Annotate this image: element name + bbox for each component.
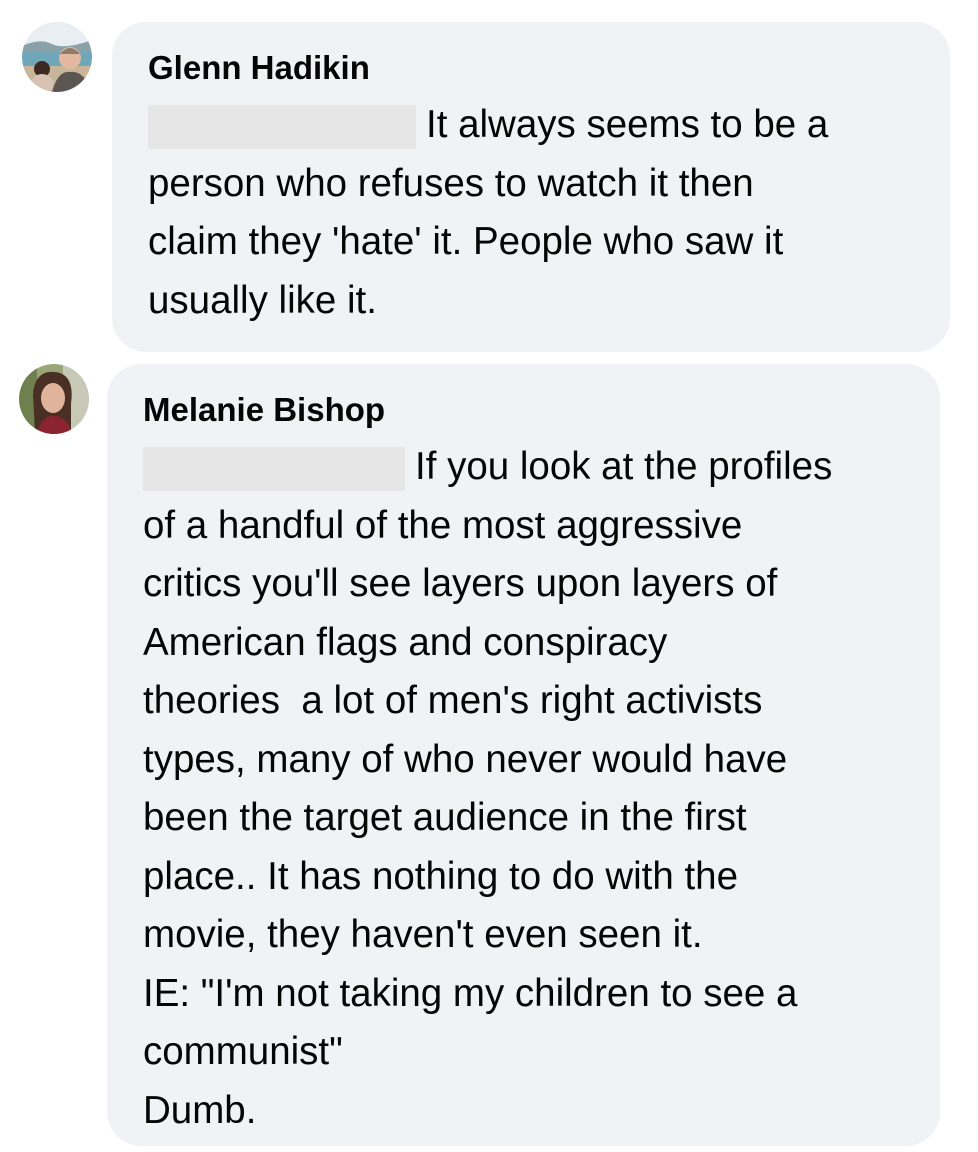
comment-author[interactable]: Melanie Bishop: [143, 390, 940, 430]
comment-melanie: Melanie Bishop If you look at the profil…: [0, 0, 978, 1152]
comment-line-text: If you look at the profiles: [415, 445, 833, 488]
comment-line: movie, they haven't even seen it.: [143, 913, 703, 956]
comment-line: American flags and conspiracy: [143, 620, 668, 664]
comment-text: If you look at the profiles of a handful…: [143, 438, 940, 1140]
comment-line: If you look at the profiles: [143, 438, 940, 497]
comment-line: types, many of who never would have: [143, 737, 788, 781]
comment-bubble: Melanie Bishop If you look at the profil…: [107, 364, 940, 1146]
comment-line: critics you'll see layers upon layers of: [143, 562, 778, 605]
comment-line: of a handful of the most aggressive: [143, 503, 743, 547]
comment-line: theories a lot of men's right activists: [143, 679, 763, 722]
profile-photo-woman-icon: [19, 364, 89, 434]
comment-line: communist": [143, 1030, 343, 1073]
redacted-mention[interactable]: [143, 446, 405, 491]
avatar[interactable]: [19, 364, 89, 434]
comment-line: place.. It has nothing to do with the: [143, 854, 739, 898]
comment-line: Dumb.: [143, 1088, 257, 1132]
comment-line: IE: "I'm not taking my children to see a: [143, 971, 798, 1015]
comment-line: been the target audience in the first: [143, 796, 747, 839]
